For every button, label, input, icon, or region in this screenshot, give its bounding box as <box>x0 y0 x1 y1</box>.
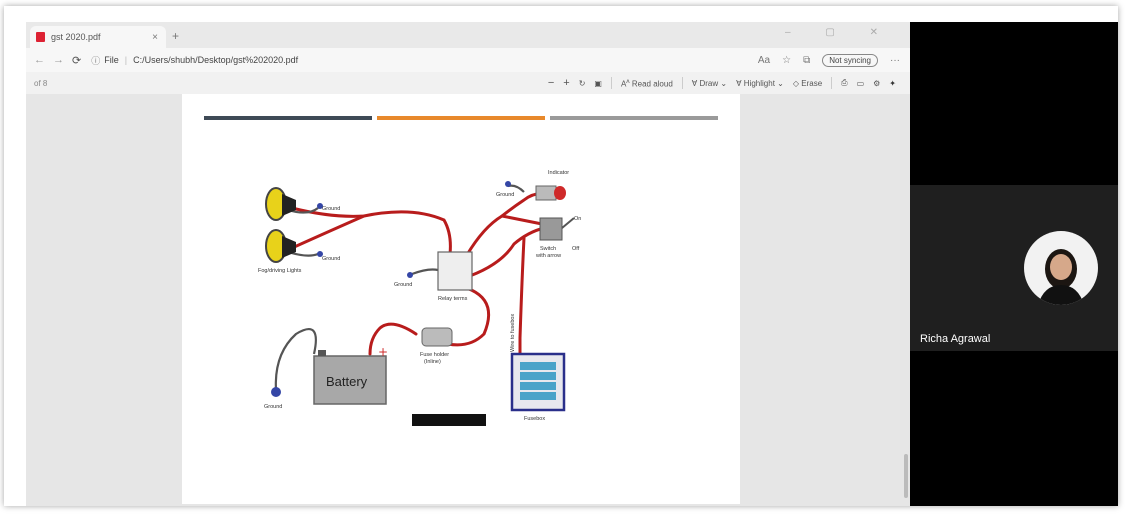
page-indicator[interactable]: of 8 <box>34 79 47 88</box>
ground-label-relay: Ground <box>394 282 412 288</box>
indicator-label: Indicator <box>548 170 569 176</box>
back-icon[interactable]: ← <box>34 54 45 66</box>
tab-title: gst 2020.pdf <box>51 32 101 42</box>
forward-icon[interactable]: → <box>53 54 64 66</box>
rotate-icon[interactable]: ↻ <box>579 79 586 88</box>
switch-off-label: Off <box>572 246 580 252</box>
highlight-label: Highlight <box>743 78 775 88</box>
switch <box>539 217 575 241</box>
draw-label: Draw <box>699 78 719 88</box>
screen-frame: gst 2020.pdf × + – ▢ ✕ ← → ⟳ ⓘ File | C:… <box>4 6 1118 506</box>
svg-text:+: + <box>378 345 388 359</box>
fuse-holder-sub-label: (Inline) <box>424 359 441 365</box>
pin-icon[interactable]: ✦ <box>889 79 896 88</box>
fog-lights-label: Fog/driving Lights <box>258 268 302 274</box>
pdf-viewer[interactable]: Ground Ground Fog/driving Lights Ground … <box>26 94 910 506</box>
highlight-button[interactable]: ∀ Highlight ⌄ <box>736 79 784 88</box>
favorite-icon[interactable]: ☆ <box>782 55 791 66</box>
video-call-panel: Richa Agrawal <box>910 22 1118 506</box>
toolbar-divider <box>681 77 683 89</box>
pdf-page: Ground Ground Fog/driving Lights Ground … <box>182 94 740 504</box>
relay <box>407 251 473 291</box>
participant-name: Richa Agrawal <box>920 333 991 345</box>
window-controls[interactable]: – ▢ ✕ <box>785 27 894 38</box>
ground-label-mid: Ground <box>322 256 340 262</box>
url-field[interactable]: C:/Users/shubh/Desktop/gst%202020.pdf <box>133 55 298 65</box>
read-aloud-icon[interactable]: Aa <box>758 55 770 66</box>
draw-button[interactable]: ∀ Draw ⌄ <box>692 79 727 88</box>
fog-light-top <box>265 187 323 221</box>
pdf-file-icon <box>36 32 45 42</box>
fog-light-bottom <box>265 229 323 263</box>
url-divider: | <box>124 55 128 65</box>
ground-label-top: Ground <box>322 206 340 212</box>
header-stripe-gray <box>550 116 718 120</box>
wire-note-label: Wire to fusebox <box>510 314 516 352</box>
read-aloud-label: Read aloud <box>631 79 673 89</box>
wires <box>290 192 548 356</box>
fit-page-icon[interactable]: ▣ <box>594 79 602 88</box>
settings-icon[interactable]: ⚙ <box>873 79 880 88</box>
refresh-icon[interactable]: ⟳ <box>72 54 81 67</box>
collections-icon[interactable]: ⧉ <box>803 55 810 66</box>
new-tab-button[interactable]: + <box>172 29 179 43</box>
save-icon[interactable]: ▭ <box>857 79 865 88</box>
address-bar: ← → ⟳ ⓘ File | C:/Users/shubh/Desktop/gs… <box>26 48 910 72</box>
relay-label: Relay terms <box>438 296 468 302</box>
switch-on-label: On <box>574 216 581 222</box>
fuse-holder-label: Fuse holder <box>420 352 449 358</box>
erase-button[interactable]: ◇ Erase <box>793 79 822 88</box>
battery-label: Battery <box>326 374 368 389</box>
tab-close-icon[interactable]: × <box>152 32 158 43</box>
wiring-diagram: Ground Ground Fog/driving Lights Ground … <box>258 170 581 426</box>
header-stripe-dark <box>204 116 372 120</box>
info-icon: ⓘ <box>91 55 101 66</box>
fusebox <box>510 352 566 412</box>
scrollbar-thumb[interactable] <box>904 454 908 498</box>
switch-label: Switch <box>540 246 556 252</box>
toolbar-divider <box>831 77 833 89</box>
fusebox-label: Fusebox <box>524 416 545 422</box>
participant-tile[interactable]: Richa Agrawal <box>910 185 1118 351</box>
ground-label-battery: Ground <box>264 404 282 410</box>
pdf-toolbar: of 8 − + ↻ ▣ Aʌ Read aloud ∀ Draw ⌄ ∀ Hi… <box>26 72 910 95</box>
tab-bar: gst 2020.pdf × + – ▢ ✕ <box>26 22 910 48</box>
zoom-out-icon[interactable]: − <box>548 77 554 89</box>
print-icon[interactable]: ⎙ <box>841 78 847 88</box>
inline-fuse-holder <box>421 327 453 347</box>
erase-label: Erase <box>801 78 823 88</box>
switch-sub-label: with arrow <box>535 253 561 259</box>
participant-avatar <box>1024 231 1098 305</box>
browser-window: gst 2020.pdf × + – ▢ ✕ ← → ⟳ ⓘ File | C:… <box>26 22 910 506</box>
redaction-bar <box>412 414 486 426</box>
zoom-in-icon[interactable]: + <box>563 77 569 89</box>
tab-pdf[interactable]: gst 2020.pdf × <box>30 26 166 48</box>
ground-label-switch: Ground <box>496 192 514 198</box>
header-stripe-orange <box>377 116 545 120</box>
url-prefix: File <box>104 55 119 65</box>
more-icon[interactable]: ··· <box>890 55 900 66</box>
toolbar-divider <box>610 77 612 89</box>
sync-button[interactable]: Not syncing <box>822 53 878 67</box>
read-aloud-button[interactable]: Aʌ Read aloud <box>621 78 673 89</box>
